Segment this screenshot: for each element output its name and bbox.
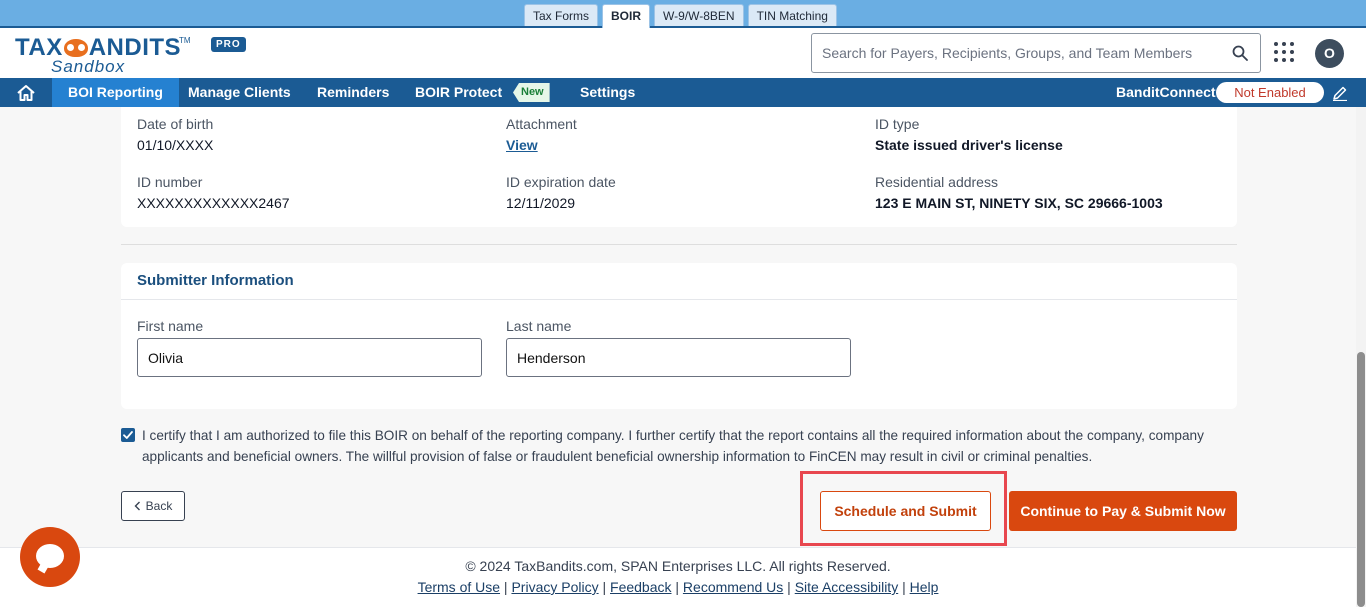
- first-name-field[interactable]: [137, 338, 482, 377]
- terms-of-use-link[interactable]: Terms of Use: [418, 579, 500, 595]
- pencil-edit-icon[interactable]: [1332, 85, 1348, 101]
- submitter-card-header: Submitter Information: [121, 263, 1237, 300]
- nav-reminders[interactable]: Reminders: [301, 78, 405, 107]
- owl-mascot-icon: [63, 39, 88, 57]
- footer-links: Terms of Use | Privacy Policy | Feedback…: [417, 579, 939, 595]
- checkmark-icon: [123, 431, 133, 439]
- search-input[interactable]: [812, 34, 1217, 72]
- recommend-us-link[interactable]: Recommend Us: [683, 579, 783, 595]
- chevron-left-icon: [134, 501, 140, 511]
- nav-boi-reporting[interactable]: BOI Reporting: [52, 78, 179, 107]
- chat-bubble-icon: [36, 544, 64, 568]
- id-expiration-value: 12/11/2029: [506, 195, 576, 211]
- tab-tin-matching[interactable]: TIN Matching: [747, 4, 837, 26]
- privacy-policy-link[interactable]: Privacy Policy: [511, 579, 598, 595]
- feedback-link[interactable]: Feedback: [610, 579, 671, 595]
- copyright-text: © 2024 TaxBandits.com, SPAN Enterprises …: [465, 558, 891, 574]
- scrollbar-thumb[interactable]: [1357, 352, 1365, 607]
- certification-checkbox[interactable]: [121, 428, 135, 442]
- id-expiration-label: ID expiration date: [506, 174, 616, 190]
- bandit-connect-label: BanditConnect:: [1116, 84, 1221, 100]
- bandit-connect-status[interactable]: Not Enabled: [1216, 82, 1324, 103]
- id-type-value: State issued driver's license: [875, 137, 1063, 153]
- user-avatar[interactable]: O: [1315, 39, 1344, 68]
- id-number-value: XXXXXXXXXXXXX2467: [137, 195, 290, 211]
- schedule-and-submit-button[interactable]: Schedule and Submit: [820, 491, 991, 531]
- dob-value: 01/10/XXXX: [137, 137, 214, 153]
- dob-label: Date of birth: [137, 116, 214, 132]
- site-accessibility-link[interactable]: Site Accessibility: [795, 579, 898, 595]
- beneficial-owner-card: Date of birth 01/10/XXXX Attachment View…: [121, 107, 1237, 227]
- first-name-label: First name: [137, 318, 204, 334]
- taxbandits-logo[interactable]: TAX ANDITS TM Sandbox PRO: [15, 34, 246, 76]
- residential-address-value: 123 E MAIN ST, NINETY SIX, SC 29666-1003: [875, 195, 1163, 211]
- global-search: [811, 33, 1261, 73]
- attachment-view-link[interactable]: View: [506, 137, 538, 153]
- id-number-label: ID number: [137, 174, 203, 190]
- tab-boir[interactable]: BOIR: [602, 4, 651, 28]
- new-badge: New: [513, 83, 550, 102]
- apps-grid-icon[interactable]: [1274, 42, 1294, 62]
- attachment-label: Attachment: [506, 116, 577, 132]
- residential-address-label: Residential address: [875, 174, 998, 190]
- main-nav: BOI Reporting Manage Clients Reminders B…: [0, 78, 1366, 107]
- certification-text: I certify that I am authorized to file t…: [142, 428, 1204, 464]
- home-icon: [17, 84, 35, 101]
- app-header: TAXANDITS TM Sandbox PRO O: [0, 28, 1366, 78]
- submitter-section-title: Submitter Information: [137, 272, 294, 289]
- tab-tax-forms[interactable]: Tax Forms: [524, 4, 599, 26]
- last-name-label: Last name: [506, 318, 572, 334]
- tab-w9-w8ben[interactable]: W-9/W-8BEN: [654, 4, 744, 26]
- page-footer: © 2024 TaxBandits.com, SPAN Enterprises …: [0, 548, 1356, 607]
- nav-settings[interactable]: Settings: [564, 78, 651, 107]
- last-name-field[interactable]: [506, 338, 851, 377]
- submitter-information-card: Submitter Information First name Last na…: [121, 263, 1237, 409]
- section-divider: [121, 244, 1237, 245]
- home-button[interactable]: [0, 78, 52, 107]
- continue-to-pay-button[interactable]: Continue to Pay & Submit Now: [1009, 491, 1237, 531]
- product-tabs: Tax Forms BOIR W-9/W-8BEN TIN Matching: [524, 4, 837, 28]
- nav-boir-protect[interactable]: BOIR Protect: [399, 78, 518, 107]
- back-button[interactable]: Back: [121, 491, 185, 521]
- logo-sandbox-label: Sandbox: [51, 57, 126, 76]
- chat-button[interactable]: [20, 527, 80, 587]
- main-content: Date of birth 01/10/XXXX Attachment View…: [0, 107, 1356, 607]
- pro-badge: PRO: [211, 37, 246, 52]
- back-button-label: Back: [145, 499, 173, 513]
- logo-trademark: TM: [179, 36, 191, 45]
- id-type-label: ID type: [875, 116, 920, 132]
- help-link[interactable]: Help: [910, 579, 939, 595]
- product-switcher-bar: Tax Forms BOIR W-9/W-8BEN TIN Matching: [0, 0, 1366, 28]
- nav-manage-clients[interactable]: Manage Clients: [172, 78, 307, 107]
- search-icon[interactable]: [1232, 45, 1248, 61]
